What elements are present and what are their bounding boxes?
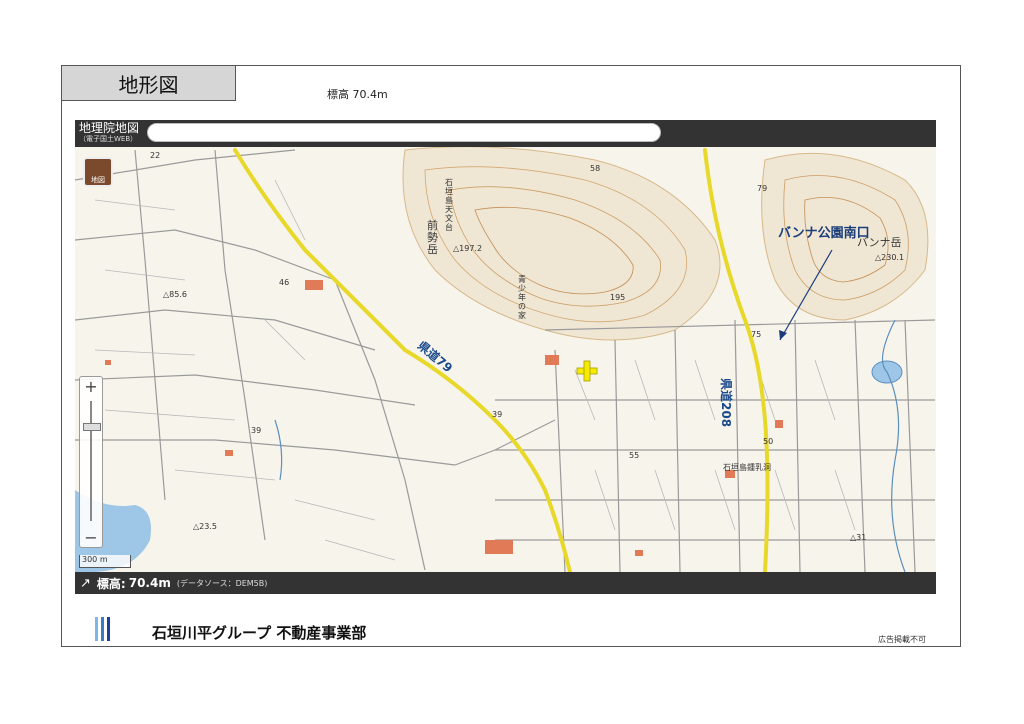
annotation-label: バンナ公園南口 — [778, 226, 870, 241]
map-label: △230.1 — [875, 253, 905, 262]
elevation-summary: 標高 70.4m — [327, 88, 388, 101]
map-label: 22 — [150, 151, 161, 160]
layer-button[interactable]: 地図 — [83, 157, 113, 187]
elevation-label: 標高: — [96, 576, 126, 591]
company-name: 石垣川平グループ 不動産事業部 — [152, 624, 367, 642]
map-label: 58 — [590, 164, 601, 173]
map-label-cave: 石垣島鍾乳洞 — [723, 463, 771, 472]
page-title: 地形図 — [61, 65, 236, 101]
map-label: △31 — [850, 533, 867, 542]
ad-note: 広告掲載不可 — [878, 635, 926, 644]
map-header: 地理院地図 （電子国土WEB） — [75, 120, 936, 147]
layer-button-label: 地図 — [91, 176, 105, 184]
map-brand[interactable]: 地理院地図 （電子国土WEB） — [79, 122, 139, 144]
zoom-in-button[interactable]: + — [80, 377, 102, 396]
map-label: 46 — [279, 278, 290, 287]
map-label: △23.5 — [193, 522, 217, 531]
data-source: (データソース：DEM5B) — [176, 578, 268, 588]
zoom-out-button[interactable]: − — [80, 528, 102, 547]
map-label: 50 — [763, 437, 774, 446]
map-label: 75 — [751, 330, 762, 339]
map-footer: ↗ 標高: 70.4m (データソース：DEM5B) — [75, 572, 936, 594]
elevation-value: 70.4m — [128, 576, 171, 590]
map-label: △197.2 — [453, 244, 483, 253]
route-label-208: 県道208 — [719, 378, 733, 428]
map-label: 195 — [610, 293, 626, 302]
map-label: 39 — [251, 426, 262, 435]
scale-bar: 300 m — [79, 555, 131, 568]
north-arrow-icon: ↗ — [80, 575, 91, 591]
zoom-control[interactable]: + − — [79, 376, 103, 548]
map-viewport[interactable]: 地理院地図 （電子国土WEB） 地図 + − 300 m 22 58 79 石垣… — [75, 120, 936, 594]
map-label-observatory: 石垣島天文台 — [445, 178, 453, 232]
map-label: △85.6 — [163, 290, 187, 299]
map-label: 79 — [757, 184, 768, 193]
zoom-track[interactable] — [90, 401, 92, 521]
map-label: 55 — [629, 451, 640, 460]
company-logo — [95, 617, 110, 641]
map-label: 39 — [492, 410, 503, 419]
map-brand-subtitle: （電子国土WEB） — [79, 135, 138, 143]
map-label-maese: 前勢岳 — [427, 219, 438, 256]
search-input[interactable] — [147, 123, 661, 142]
map-label-youth-house: 青少年の家 — [518, 275, 526, 320]
zoom-slider-handle[interactable] — [83, 423, 101, 431]
map-brand-title: 地理院地図 — [79, 121, 140, 135]
